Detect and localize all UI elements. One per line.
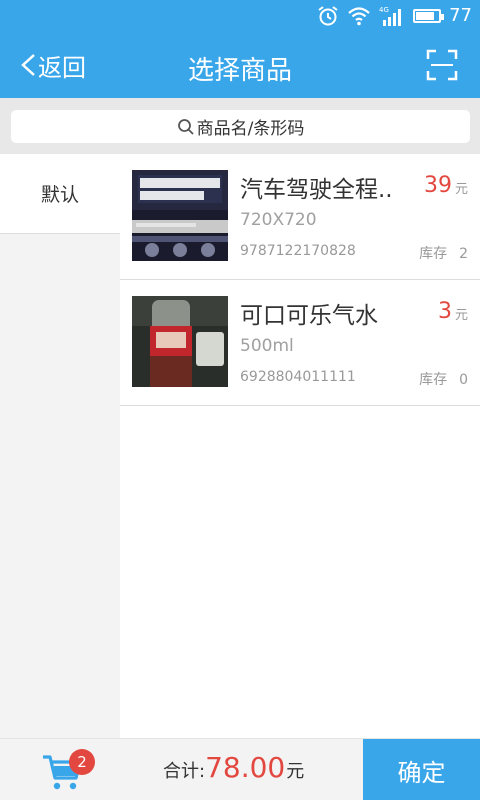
search-input[interactable]: 商品名/条形码 (11, 110, 470, 143)
total-amount: 78.00 (205, 751, 286, 784)
total-label: 合计: (163, 761, 206, 782)
scan-icon[interactable] (426, 49, 458, 81)
product-price: 39 (424, 173, 452, 198)
price-unit: 元 (454, 308, 468, 323)
product-list: 汽车驾驶全程.. 39 元 720X720 9787122170828 库存 2 … (120, 154, 480, 738)
product-image (132, 296, 228, 387)
product-name: 汽车驾驶全程.. (240, 177, 393, 203)
title-bar: 返回 选择商品 (0, 32, 480, 98)
product-spec: 500ml (240, 336, 294, 356)
product-barcode: 9787122170828 (240, 243, 356, 259)
stock-count: 2 (459, 246, 468, 262)
alarm-icon (318, 6, 338, 26)
page-title: 选择商品 (187, 56, 292, 86)
category-label: 默认 (40, 184, 79, 206)
price-unit: 元 (454, 182, 468, 197)
product-name: 可口可乐气水 (240, 303, 378, 329)
stock-label: 库存 (419, 246, 448, 262)
cart-count-badge: 2 (69, 749, 95, 775)
stock-count: 0 (459, 372, 468, 388)
search-placeholder: 商品名/条形码 (196, 119, 305, 139)
product-spec: 720X720 (240, 210, 317, 230)
order-total: 合计: 78.00 元 (163, 751, 304, 791)
category-item-default[interactable]: 默认 (0, 154, 120, 234)
confirm-button[interactable]: 确定 (363, 739, 480, 800)
battery-level: 77 (449, 5, 472, 26)
product-barcode: 6928804011111 (240, 369, 356, 385)
wifi-icon (348, 7, 370, 26)
category-panel: 默认 (0, 154, 120, 738)
product-stock: 库存 2 (419, 243, 468, 263)
svg-text:4G: 4G (379, 6, 389, 14)
stock-label: 库存 (419, 372, 448, 388)
product-price: 3 (438, 299, 452, 324)
battery-icon (413, 9, 445, 23)
search-icon (177, 118, 194, 135)
product-item[interactable]: 汽车驾驶全程.. 39 元 720X720 9787122170828 库存 2 (120, 154, 480, 280)
bottom-bar: 2 合计: 78.00 元 确定 (0, 738, 480, 800)
search-bar: 商品名/条形码 (0, 98, 480, 154)
product-item[interactable]: 可口可乐气水 3 元 500ml 6928804011111 库存 0 (120, 280, 480, 406)
product-stock: 库存 0 (419, 369, 468, 389)
status-bar: 4G 77 (0, 0, 480, 32)
total-currency: 元 (286, 761, 305, 782)
status-icons: 4G 77 (317, 4, 472, 28)
4g-signal-icon: 4G (379, 6, 402, 26)
product-image (132, 170, 228, 261)
